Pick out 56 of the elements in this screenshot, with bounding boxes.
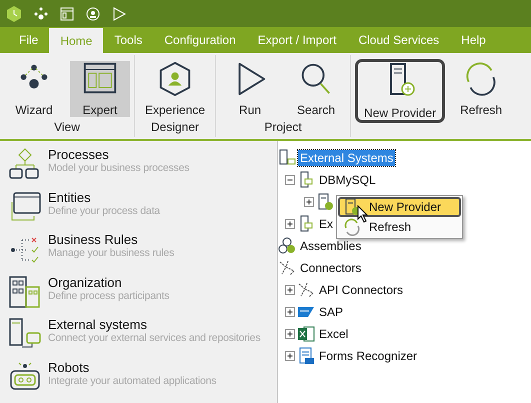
tree-item[interactable]: Connectors	[298, 260, 364, 276]
spreadsheet-icon	[297, 325, 315, 343]
tree-item[interactable]: Assemblies	[298, 238, 364, 254]
module-description: Manage your business rules	[48, 247, 174, 259]
module-description: Connect your external services and repositories	[48, 332, 260, 344]
ribbon-button[interactable]: New Provider	[355, 59, 446, 123]
tree-item[interactable]: Excel	[317, 326, 350, 342]
module-description: Define your process data	[48, 204, 160, 216]
expand-icon[interactable]	[285, 329, 295, 339]
ribbon-button[interactable]: Refresh	[451, 61, 512, 117]
menu-item[interactable]: Refresh	[338, 217, 461, 237]
tree-item[interactable]: External Systems	[298, 150, 396, 166]
tree-item[interactable]: SAP	[317, 304, 346, 320]
server-icon	[316, 193, 334, 211]
flowchart-icon	[8, 147, 42, 181]
module-description: Define process participants	[48, 290, 170, 302]
ribbon-button[interactable]: Wizard	[4, 61, 64, 117]
devices-icon	[278, 149, 296, 167]
menu-item[interactable]: New Provider	[338, 197, 461, 217]
group-label: Designer	[151, 120, 200, 136]
app-logo-icon	[6, 4, 22, 22]
form-icon	[297, 347, 315, 365]
play-icon[interactable]	[112, 6, 126, 20]
plug-icon	[278, 259, 296, 277]
tree-item[interactable]: Ex	[317, 216, 336, 232]
module-description: Model your business processes	[48, 162, 190, 174]
user-circle-icon[interactable]	[86, 6, 100, 20]
tree-item[interactable]: API Connectors	[317, 282, 406, 298]
layout-icon[interactable]	[60, 6, 74, 20]
ribbon-button[interactable]: Experience	[139, 61, 212, 117]
expand-icon[interactable]	[285, 351, 295, 361]
cubes-icon	[278, 237, 296, 255]
tree-item[interactable]: DBMySQL	[317, 172, 378, 188]
module-title[interactable]: Business Rules	[48, 232, 174, 247]
module-title[interactable]: Robots	[48, 360, 216, 374]
module-title[interactable]: Entities	[48, 190, 160, 204]
group-label: View	[54, 120, 80, 136]
expand-icon[interactable]	[285, 307, 295, 317]
tree-item[interactable]: Forms Recognizer	[317, 348, 420, 364]
ribbon-button[interactable]: Search	[286, 61, 346, 117]
collapse-icon[interactable]	[285, 175, 295, 185]
cursor-icon	[357, 205, 369, 223]
module-description: Integrate your automated applications	[48, 374, 216, 386]
expand-icon[interactable]	[304, 197, 314, 207]
ribbon-button[interactable]: Run	[220, 61, 280, 117]
refresh-icon	[343, 218, 361, 236]
ribbon-button[interactable]: Expert	[70, 61, 130, 117]
expand-icon[interactable]	[285, 285, 295, 295]
module-title[interactable]: External systems	[48, 317, 260, 332]
module-title[interactable]: Processes	[48, 147, 190, 162]
buildings-icon	[8, 274, 42, 308]
wizard-icon[interactable]	[34, 6, 48, 20]
expand-icon[interactable]	[285, 219, 295, 229]
plug-icon	[297, 281, 315, 299]
group-label: Project	[264, 120, 302, 136]
module-title[interactable]: Organization	[48, 274, 170, 290]
